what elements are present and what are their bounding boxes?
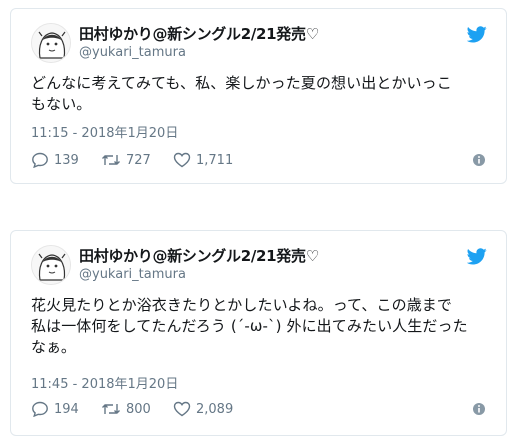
tweet-card[interactable]: 田村ゆかり@新シングル2/21発売♡ @yukari_tamura 花火見たりと… [10,230,507,436]
display-name[interactable]: 田村ゆかり@新シングル2/21発売♡ [79,245,319,266]
display-name[interactable]: 田村ゆかり@新シングル2/21発売♡ [79,23,319,44]
reply-icon [32,401,48,417]
tweet-text: 花火見たりとか浴衣きたりとかしたいよね。って、この歳まで 私は一体何をしてたんだ… [31,295,491,358]
heart-icon [173,152,191,168]
like-count: 2,089 [196,401,234,417]
user-handle[interactable]: @yukari_tamura [79,45,186,60]
tweet-text-line: どんなに考えてみても、私、楽しかった夏の想い出とかいっこ [31,74,452,92]
reply-icon [32,152,48,168]
info-icon[interactable] [472,153,486,167]
like-button[interactable]: 1,711 [173,150,233,170]
reply-button[interactable]: 139 [31,150,79,170]
user-handle[interactable]: @yukari_tamura [79,267,186,282]
retweet-count: 800 [126,401,151,417]
avatar[interactable] [31,245,71,285]
tweet-text-line: もない。 [31,95,92,113]
retweet-button[interactable]: 727 [101,150,151,170]
reply-button[interactable]: 194 [31,399,79,419]
retweet-icon [102,404,120,414]
info-icon[interactable] [472,402,486,416]
reply-count: 139 [54,152,79,168]
avatar[interactable] [31,23,71,63]
reply-count: 194 [54,401,79,417]
tweet-text: どんなに考えてみても、私、楽しかった夏の想い出とかいっこ もない。 [31,73,491,115]
tweet-actions: 139 727 1,711 [31,150,486,170]
retweet-count: 727 [126,152,151,168]
tweet-text-line: 花火見たりとか浴衣きたりとかしたいよね。って、この歳まで [31,296,453,314]
tweet-actions: 194 800 2,089 [31,399,486,419]
heart-icon [173,401,191,417]
tweet-text-line: 私は一体何をしてたんだろう (´-ω-`) 外に出てみたい人生だった [31,317,468,335]
twitter-bird-icon[interactable] [467,26,487,43]
timestamp[interactable]: 11:45 - 2018年1月20日 [31,373,178,392]
timestamp[interactable]: 11:15 - 2018年1月20日 [31,122,178,141]
retweet-button[interactable]: 800 [101,399,151,419]
tweet-card[interactable]: 田村ゆかり@新シングル2/21発売♡ @yukari_tamura どんなに考え… [10,8,507,184]
retweet-icon [102,155,120,165]
twitter-bird-icon[interactable] [467,248,487,265]
tweet-text-line: なぁ。 [31,338,77,356]
like-button[interactable]: 2,089 [173,399,233,419]
like-count: 1,711 [196,152,234,168]
